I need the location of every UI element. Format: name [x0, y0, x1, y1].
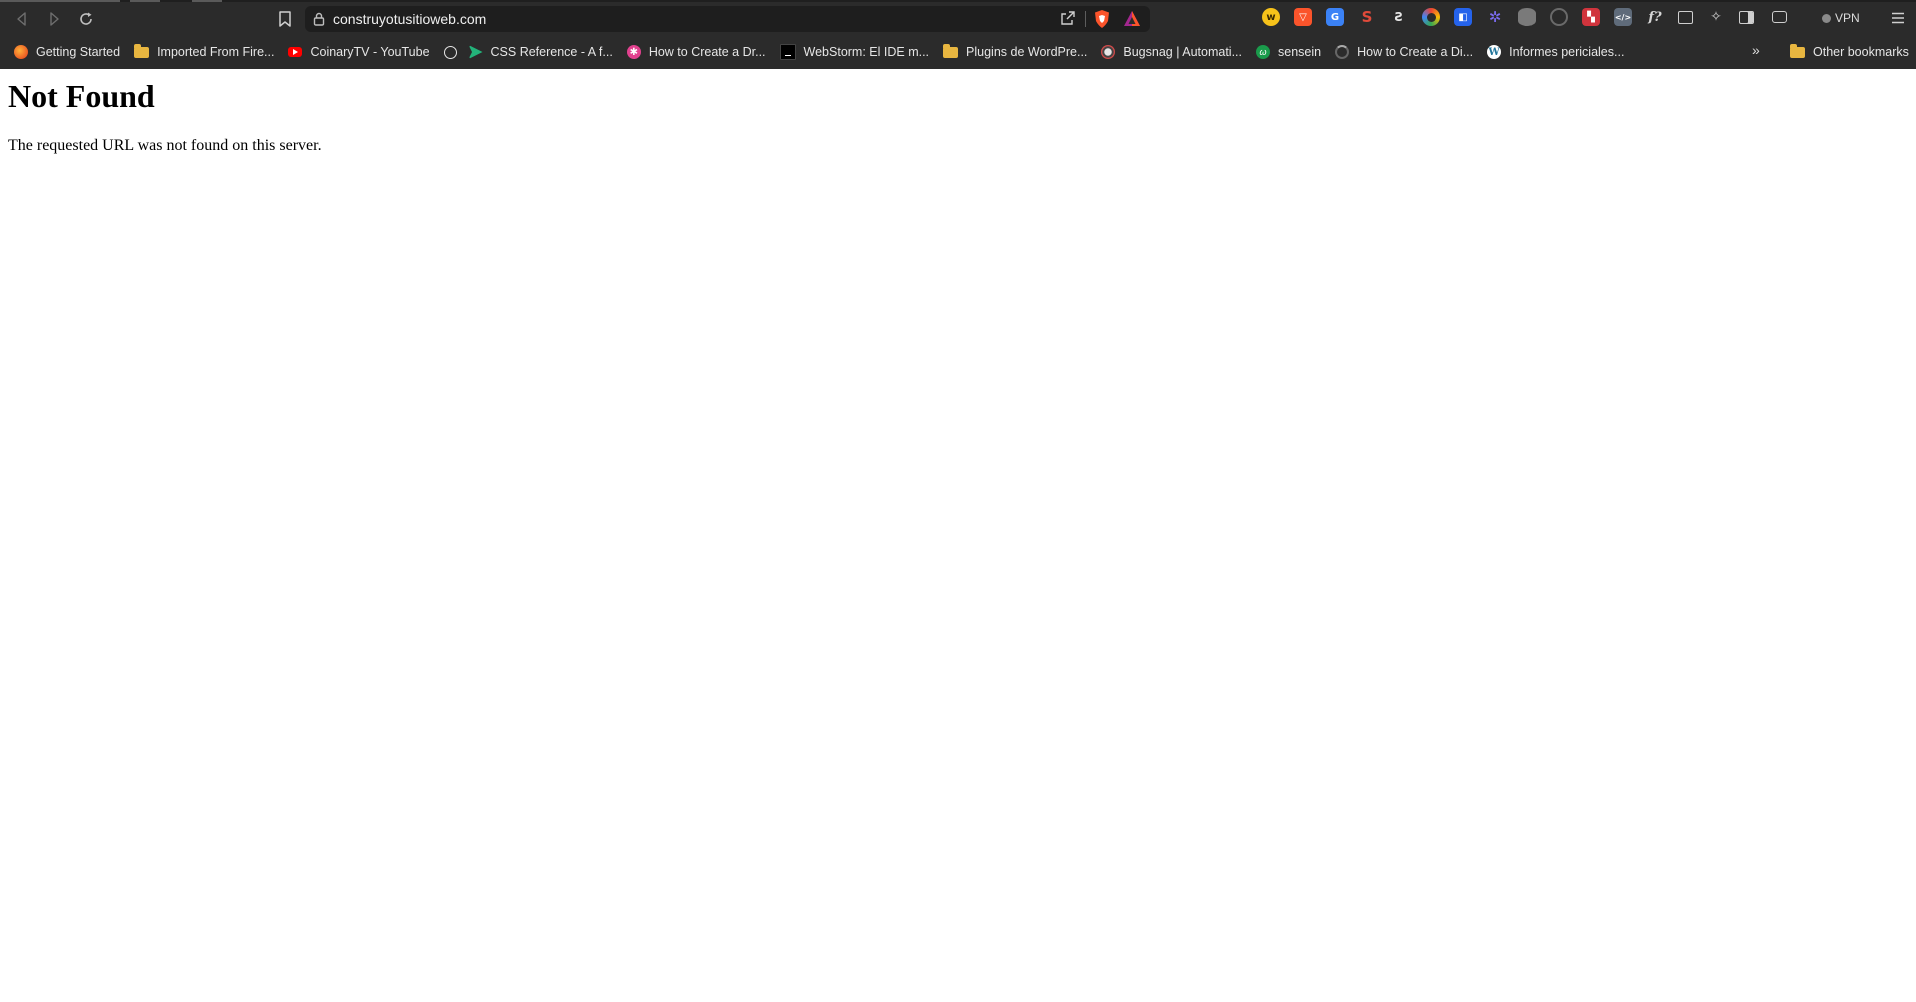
omnibox-divider	[1085, 11, 1086, 27]
spinner-icon	[1335, 45, 1350, 59]
hamburger-menu-icon	[1892, 12, 1904, 24]
bookmark-label: CoinaryTV - YouTube	[310, 45, 430, 59]
folder-icon	[1790, 43, 1805, 58]
back-icon	[17, 11, 26, 26]
bookmark-label: How to Create a Dr...	[648, 45, 766, 59]
wordpress-icon: W	[1487, 45, 1502, 59]
bookmark-item[interactable]: ω sensein	[1250, 40, 1329, 64]
vpn-button[interactable]: VPN	[1822, 8, 1860, 28]
reload-icon	[80, 12, 92, 25]
page-title: Not Found	[8, 78, 155, 114]
webstorm-icon	[779, 44, 796, 60]
folder-icon	[943, 43, 959, 58]
ext-circle-icon[interactable]	[1550, 8, 1568, 26]
lock-icon[interactable]	[305, 12, 333, 26]
brave-rewards-icon[interactable]	[1122, 9, 1142, 29]
ext-react-icon[interactable]: ✲	[1486, 8, 1504, 26]
bookmark-label: Plugins de WordPre...	[966, 45, 1088, 59]
ext-s-icon[interactable]: S	[1358, 8, 1376, 26]
ext-grid-icon[interactable]: ▚	[1582, 8, 1600, 26]
ext-window-icon[interactable]: ◧	[1454, 8, 1472, 26]
ext-color-icon[interactable]	[1422, 8, 1440, 26]
bookmark-item[interactable]: W Informes periciales...	[1481, 40, 1632, 64]
bookmark-label: Imported From Fire...	[157, 45, 275, 59]
wallet-icon[interactable]	[1772, 11, 1787, 23]
back-button[interactable]	[6, 5, 38, 33]
url-text[interactable]: construyotusitioweb.com	[333, 11, 486, 27]
bookmark-icon	[279, 11, 291, 27]
bookmark-item[interactable]: CoinaryTV - YouTube	[282, 40, 437, 64]
bookmark-label: sensein	[1278, 45, 1322, 59]
css-reference-icon	[468, 45, 483, 59]
forward-button[interactable]	[38, 5, 70, 33]
toolbar: construyotusitioweb.com w ▽ G S Ƨ ◧ ✲ ▚	[0, 2, 1916, 35]
sensein-icon: ω	[1256, 45, 1270, 59]
vpn-label: VPN	[1835, 11, 1860, 25]
globe-icon	[443, 45, 457, 59]
bookmark-label: Bugsnag | Automati...	[1123, 45, 1242, 59]
bookmark-folder[interactable]: Imported From Fire...	[128, 40, 282, 64]
bookmark-label: Getting Started	[36, 45, 121, 59]
bookmark-item[interactable]	[438, 40, 463, 64]
bookmark-label: WebStorm: El IDE m...	[803, 45, 930, 59]
ext-w-icon[interactable]: w	[1262, 8, 1280, 26]
bookmark-item[interactable]: Bugsnag | Automati...	[1095, 40, 1250, 64]
folder-icon	[134, 43, 150, 58]
bookmark-label: Informes periciales...	[1509, 45, 1625, 59]
ext-shield-icon[interactable]: ▽	[1294, 8, 1312, 26]
bookmark-label: Other bookmarks	[1813, 45, 1909, 59]
bookmarks-bar: Getting Started Imported From Fire... Co…	[0, 35, 1916, 69]
ext-translate-icon[interactable]: G	[1326, 8, 1344, 26]
flower-icon: ✱	[626, 45, 641, 59]
ext-tools-icon[interactable]: Ƨ	[1390, 8, 1408, 26]
extensions-puzzle-icon[interactable]: ✧	[1707, 8, 1725, 26]
ext-database-icon[interactable]	[1518, 8, 1536, 26]
extensions-area: w ▽ G S Ƨ ◧ ✲ ▚ </> f? ✧	[1262, 8, 1801, 26]
bookmark-label: How to Create a Di...	[1357, 45, 1474, 59]
bugsnag-icon	[1101, 45, 1116, 59]
address-bar[interactable]: construyotusitioweb.com	[305, 6, 1150, 32]
share-icon[interactable]	[1060, 10, 1076, 31]
sidebar-toggle-icon[interactable]	[1739, 10, 1754, 24]
bookmarks-overflow-button[interactable]: »	[1752, 42, 1760, 58]
firefox-icon	[14, 45, 28, 59]
main-menu-button[interactable]	[1888, 8, 1908, 28]
vpn-status-icon	[1822, 13, 1831, 23]
forward-icon	[50, 11, 59, 26]
page-content: Not Found The requested URL was not foun…	[0, 78, 1916, 155]
bookmark-item[interactable]: ✱ How to Create a Dr...	[621, 40, 774, 64]
other-bookmarks-folder[interactable]: Other bookmarks	[1784, 40, 1916, 64]
bookmark-folder[interactable]: Plugins de WordPre...	[937, 40, 1095, 64]
ext-capture-icon[interactable]	[1678, 10, 1693, 24]
youtube-icon	[288, 47, 303, 57]
bookmark-item[interactable]: WebStorm: El IDE m...	[774, 40, 938, 64]
bookmark-item[interactable]: Getting Started	[8, 40, 128, 64]
error-message: The requested URL was not found on this …	[8, 136, 322, 154]
ext-font-icon[interactable]: f?	[1646, 8, 1664, 26]
ext-code-icon[interactable]: </>	[1614, 8, 1632, 26]
bookmark-page-button[interactable]	[271, 5, 299, 33]
reload-button[interactable]	[70, 5, 102, 33]
brave-shields-icon[interactable]	[1092, 9, 1112, 29]
browser-chrome: construyotusitioweb.com w ▽ G S Ƨ ◧ ✲ ▚	[0, 0, 1916, 69]
bookmark-item[interactable]: How to Create a Di...	[1329, 40, 1481, 64]
bookmark-item[interactable]: CSS Reference - A f...	[463, 40, 621, 64]
bookmark-label: CSS Reference - A f...	[490, 45, 613, 59]
